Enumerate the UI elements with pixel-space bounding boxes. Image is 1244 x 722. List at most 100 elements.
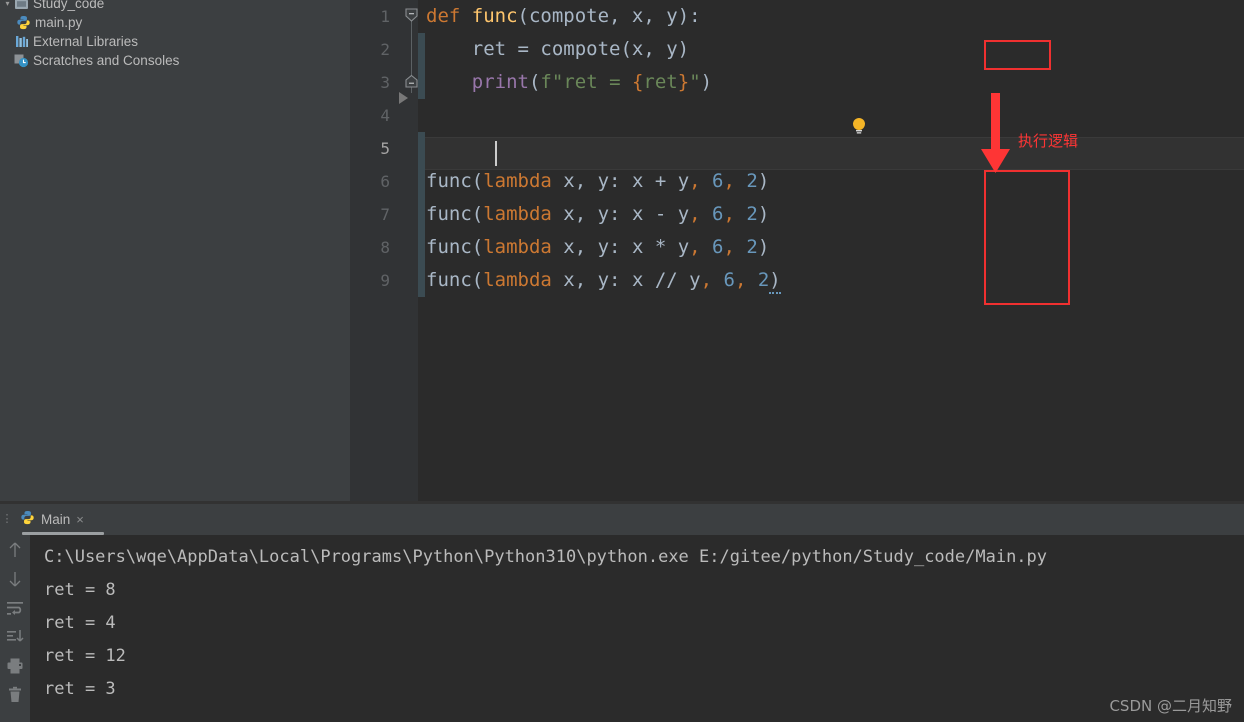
tree-item-scratches-and-consoles[interactable]: Scratches and Consoles [0, 51, 350, 70]
lambda-body-floordiv: x // y [631, 269, 701, 291]
library-icon [13, 34, 30, 49]
code-line-2[interactable]: ret = compote(x, y) [418, 33, 1244, 66]
arg-two: 2 [746, 170, 758, 192]
project-tree-panel: ▾ Study_code main.py External Libraries … [0, 0, 350, 504]
builtin-print: print [471, 71, 529, 93]
function-params: (compote, x, y): [517, 5, 701, 27]
console-line: C:\Users\wqe\AppData\Local\Programs\Pyth… [44, 547, 1048, 567]
code-line-4[interactable] [418, 99, 1244, 132]
indent-guide [418, 33, 425, 66]
arg-six: 6 [712, 203, 724, 225]
scroll-up-icon[interactable] [6, 541, 24, 559]
line-number: 9 [380, 271, 390, 290]
call-func: func [426, 236, 472, 258]
console-line: ret = 3 [44, 679, 116, 699]
editor-bottom-strip [350, 481, 1244, 501]
intention-bulb-icon[interactable] [851, 117, 867, 135]
editor-gutter[interactable]: 1 2 3 4 5 6 7 8 9 [350, 0, 418, 481]
fstring-brace-open: { [631, 71, 644, 93]
run-tool-window: ⋮ Main × C:\Users\wqe\AppData\Local\Prog… [0, 504, 1244, 722]
call-func: func [426, 170, 472, 192]
indent-guide [418, 231, 425, 264]
keyword-def: def [426, 5, 461, 27]
function-name: func [471, 5, 518, 27]
annotation-label: 执行逻辑 [1018, 132, 1079, 150]
arg-six: 6 [712, 170, 724, 192]
call-func: func [426, 203, 472, 225]
line-number: 6 [380, 172, 390, 191]
chevron-down-icon[interactable]: ▾ [2, 0, 13, 13]
code-line-9[interactable]: func(lambda x, y: x // y, 6, 2) [418, 264, 1244, 297]
line-number: 8 [380, 238, 390, 257]
python-run-icon [20, 510, 35, 530]
lambda-body-sub: x - y [631, 203, 690, 225]
code-line-1[interactable]: def func(compote, x, y): [418, 0, 1244, 33]
scratches-icon [13, 53, 30, 68]
line-number: 1 [380, 7, 390, 26]
indent-guide [418, 165, 425, 198]
code-line-8[interactable]: func(lambda x, y: x * y, 6, 2) [418, 231, 1244, 264]
indent-guide [418, 264, 425, 297]
arg-two: 2 [746, 236, 758, 258]
print-icon[interactable] [6, 657, 24, 675]
arg-two: 2 [757, 269, 770, 291]
line-number: 7 [380, 205, 390, 224]
clear-all-icon[interactable] [6, 686, 24, 704]
console-toolbar [0, 535, 30, 722]
python-file-icon [15, 15, 32, 30]
tree-item-main-py[interactable]: main.py [0, 13, 350, 32]
fstring-expr: ret [643, 71, 678, 93]
line-number: 3 [380, 73, 390, 92]
lambda-body-mul: x * y [631, 236, 690, 258]
tree-item-external-libraries[interactable]: External Libraries [0, 32, 350, 51]
editor-text-area[interactable]: def func(compote, x, y): ret = compote(x… [418, 0, 1244, 481]
keyword-lambda: lambda [483, 170, 552, 192]
ide-window: ▾ Study_code main.py External Libraries … [0, 0, 1244, 722]
console-line: ret = 4 [44, 613, 116, 633]
code-line-3[interactable]: print(f"ret = {ret}") [418, 66, 1244, 99]
arg-six: 6 [712, 236, 724, 258]
code-line-5[interactable] [418, 132, 1244, 165]
annotation-arrow-icon [981, 93, 1010, 173]
console-line: ret = 8 [44, 580, 116, 600]
indent-guide [418, 132, 425, 165]
close-icon[interactable]: × [76, 512, 84, 527]
run-gutter-icon[interactable] [399, 92, 408, 104]
run-tab-label: Main [41, 512, 71, 527]
code-editor-panel[interactable]: 1 2 3 4 5 6 7 8 9 def func(compote, x, y… [350, 0, 1244, 481]
line-number-column: 1 2 3 4 5 6 7 8 9 [350, 0, 396, 297]
keyword-lambda: lambda [483, 236, 552, 258]
code-line-7[interactable]: func(lambda x, y: x - y, 6, 2) [418, 198, 1244, 231]
run-tab-bar: ⋮ Main × [0, 504, 1244, 535]
indent-guide [418, 66, 425, 99]
call-func: func [426, 269, 472, 291]
line-number: 2 [380, 40, 390, 59]
code-folding-strip[interactable] [396, 0, 418, 481]
fstring-prefix: f [540, 71, 552, 93]
fstring-brace-close: } [677, 71, 690, 93]
tool-window-drag-handle[interactable]: ⋮ [0, 504, 14, 535]
run-tab-main[interactable]: Main × [14, 504, 104, 535]
line-number-active: 5 [380, 139, 390, 158]
indent-guide [418, 198, 425, 231]
scroll-to-end-icon[interactable] [6, 628, 24, 646]
fstring-tail: " [689, 71, 701, 93]
console-line: ret = 12 [44, 646, 126, 666]
tree-item-label: Study_code [33, 0, 105, 11]
lambda-body-add: x + y [631, 170, 690, 192]
soft-wrap-icon[interactable] [6, 599, 24, 617]
arg-six: 6 [723, 269, 735, 291]
folder-icon [13, 0, 30, 11]
tree-item-study-code[interactable]: ▾ Study_code [0, 0, 350, 13]
line-number: 4 [380, 106, 390, 125]
console-output[interactable]: C:\Users\wqe\AppData\Local\Programs\Pyth… [30, 535, 1244, 722]
arg-two: 2 [746, 203, 758, 225]
keyword-lambda: lambda [483, 203, 552, 225]
call-args-xy: (x, y) [620, 38, 690, 60]
keyword-lambda: lambda [483, 269, 552, 291]
tree-item-label: Scratches and Consoles [33, 53, 180, 68]
tree-item-label: main.py [35, 15, 83, 30]
scroll-down-icon[interactable] [6, 570, 24, 588]
code-line-6[interactable]: func(lambda x, y: x + y, 6, 2) [418, 165, 1244, 198]
watermark: CSDN @二月知野 [1109, 697, 1232, 715]
